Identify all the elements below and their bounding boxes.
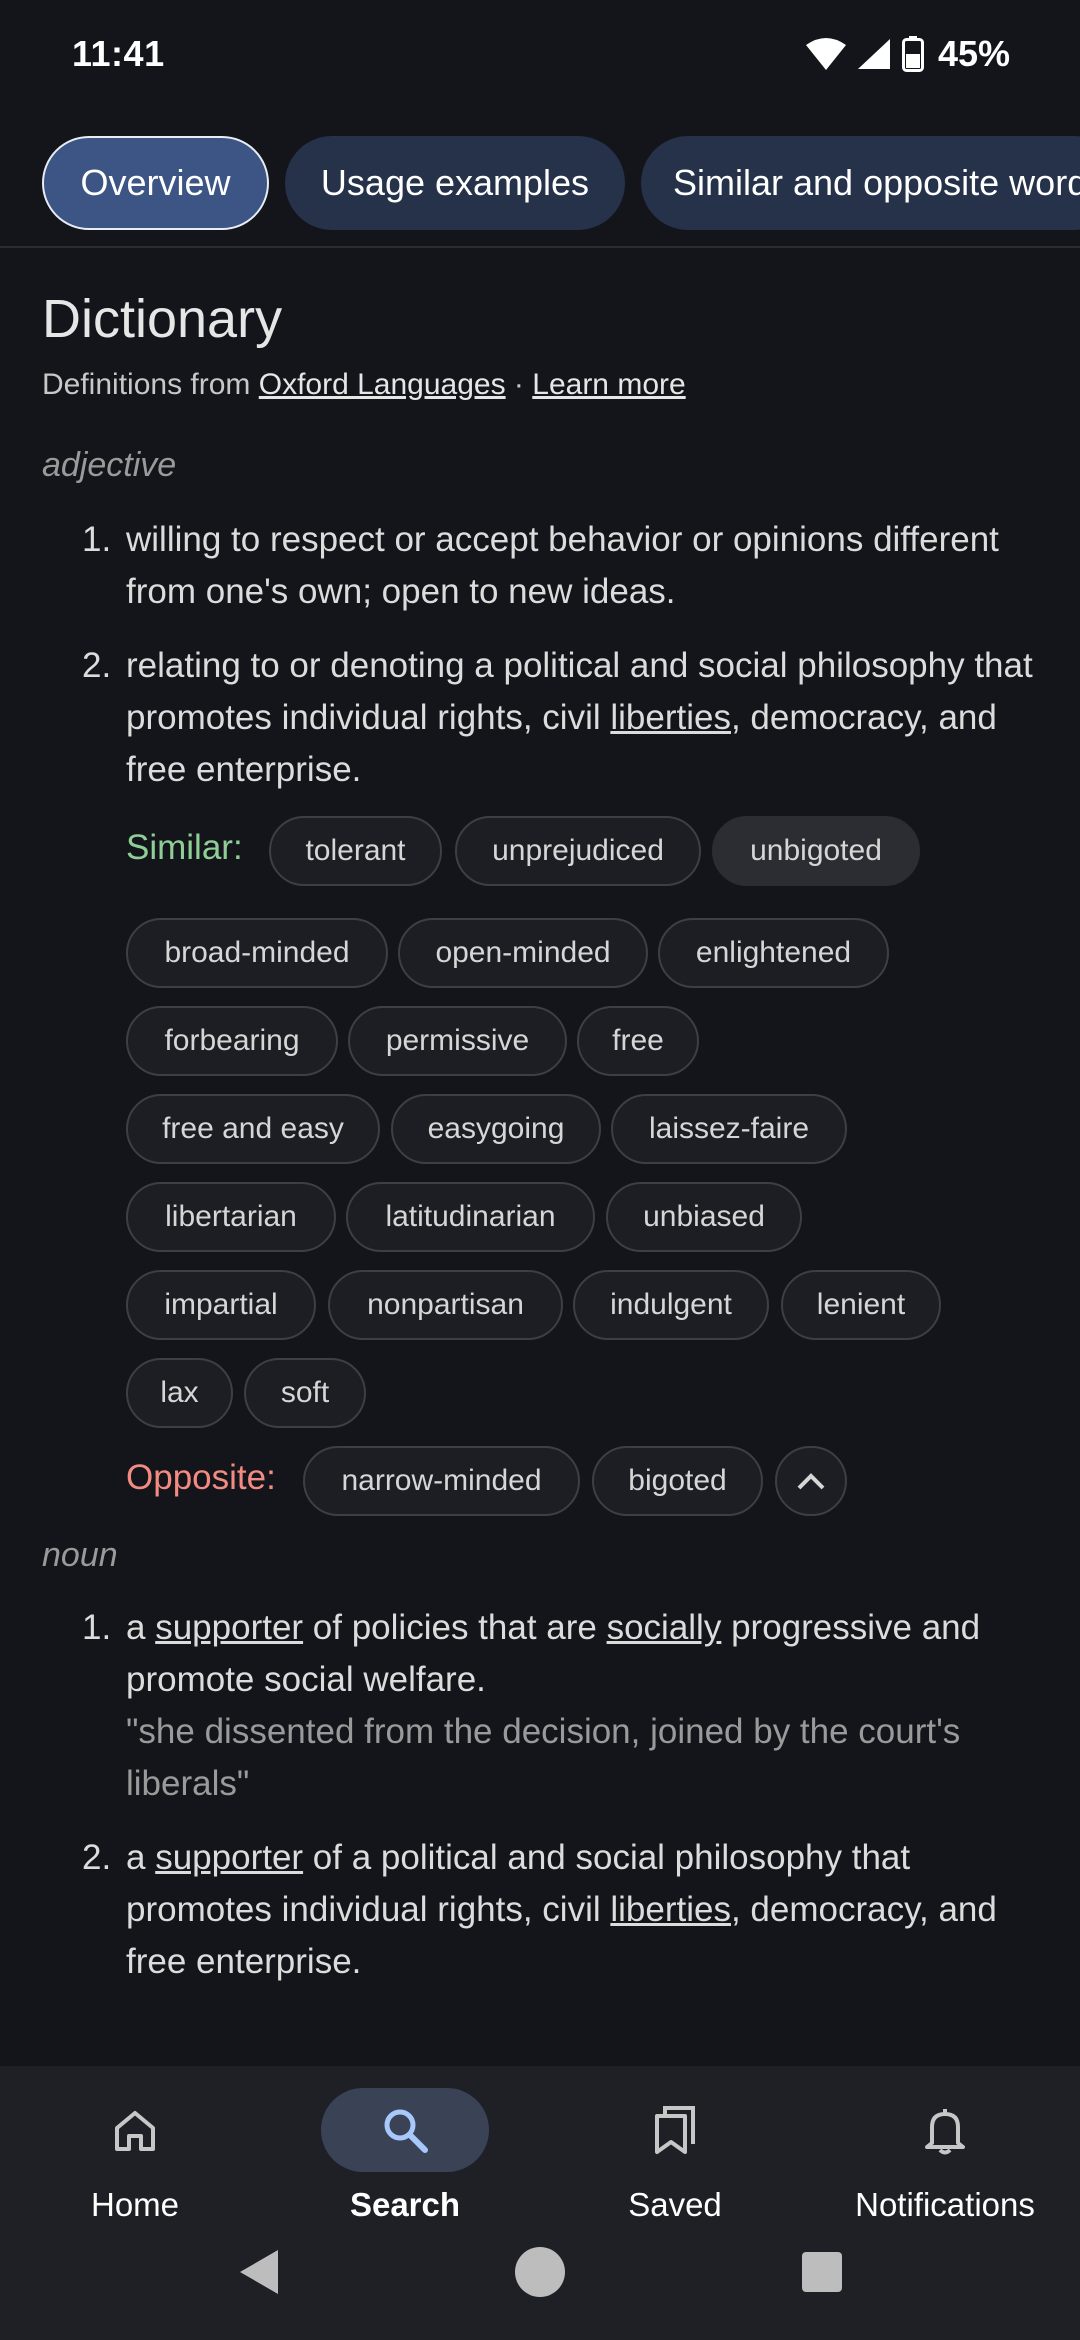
definition-text: a supporter of a political and social ph… xyxy=(126,1832,1042,1988)
definition-number: 1. xyxy=(82,520,112,559)
definition-number: 2. xyxy=(82,646,112,685)
similar-chip[interactable]: latitudinarian xyxy=(346,1182,595,1252)
noun-definition-2: 2. a supporter of a political and social… xyxy=(82,1832,1042,1988)
search-icon xyxy=(384,2109,428,2153)
home-icon xyxy=(115,2111,155,2151)
socially-link[interactable]: socially xyxy=(607,1608,722,1647)
source-line: Definitions from Oxford Languages · Lear… xyxy=(42,368,686,402)
system-navigation xyxy=(0,2220,1080,2340)
definition-text: a supporter of policies that are sociall… xyxy=(126,1602,1042,1706)
status-icons: 45% xyxy=(805,33,1010,75)
similar-chip[interactable]: free xyxy=(577,1006,699,1076)
tab-usage-examples[interactable]: Usage examples xyxy=(285,136,625,230)
similar-chip[interactable]: forbearing xyxy=(126,1006,338,1076)
definition-text: willing to respect or accept behavior or… xyxy=(126,520,999,611)
search-icon-wrap xyxy=(321,2088,489,2172)
similar-chip[interactable]: broad-minded xyxy=(126,918,388,988)
tab-overview[interactable]: Overview xyxy=(42,136,269,230)
collapse-button[interactable] xyxy=(775,1446,847,1516)
battery-percent: 45% xyxy=(937,33,1010,74)
status-bar: 11:41 45% xyxy=(0,0,1080,108)
back-icon[interactable] xyxy=(234,2246,286,2298)
part-of-speech-adjective: adjective xyxy=(42,446,177,484)
definition-number: 1. xyxy=(82,1608,112,1647)
noun-definition-1: 1. a supporter of policies that are soci… xyxy=(82,1602,1042,1810)
similar-chip[interactable]: impartial xyxy=(126,1270,316,1340)
similar-chip[interactable]: tolerant xyxy=(269,816,442,886)
bell-icon-wrap xyxy=(861,2088,1029,2172)
similar-chip[interactable]: permissive xyxy=(348,1006,567,1076)
home-circle-icon[interactable] xyxy=(514,2246,566,2298)
similar-chip[interactable]: nonpartisan xyxy=(328,1270,563,1340)
source-prefix: Definitions from xyxy=(42,368,259,401)
similar-chip[interactable]: soft xyxy=(244,1358,366,1428)
similar-chip[interactable]: laissez-faire xyxy=(611,1094,847,1164)
battery-icon xyxy=(901,36,924,72)
supporter-link[interactable]: supporter xyxy=(155,1838,303,1877)
dictionary-title: Dictionary xyxy=(42,289,283,349)
nav-label: Search xyxy=(349,2186,461,2223)
oxford-languages-link[interactable]: Oxford Languages xyxy=(259,368,506,401)
similar-chip[interactable]: open-minded xyxy=(398,918,648,988)
definition-text-part: of policies that are xyxy=(303,1608,607,1647)
opposite-chip[interactable]: bigoted xyxy=(592,1446,763,1516)
status-time: 11:41 xyxy=(72,33,165,74)
similar-chip[interactable]: libertarian xyxy=(126,1182,336,1252)
tabs-divider xyxy=(0,246,1080,248)
similar-label: Similar: xyxy=(126,828,243,867)
opposite-chip[interactable]: narrow-minded xyxy=(303,1446,580,1516)
adjective-definition-2: 2. relating to or denoting a political a… xyxy=(82,640,1042,796)
similar-chip[interactable]: indulgent xyxy=(573,1270,769,1340)
similar-chip[interactable]: unprejudiced xyxy=(455,816,701,886)
similar-chip[interactable]: lenient xyxy=(781,1270,941,1340)
similar-chip[interactable]: lax xyxy=(126,1358,233,1428)
liberties-link[interactable]: liberties xyxy=(610,1890,731,1929)
part-of-speech-noun: noun xyxy=(42,1536,118,1574)
home-icon-wrap xyxy=(51,2088,219,2172)
nav-label: Notifications xyxy=(855,2186,1035,2223)
similar-chip[interactable]: unbigoted xyxy=(712,816,920,886)
similar-chip[interactable]: unbiased xyxy=(606,1182,802,1252)
bell-icon xyxy=(925,2109,965,2155)
tab-similar-opposite[interactable]: Similar and opposite words xyxy=(641,136,1080,230)
nav-label: Home xyxy=(90,2186,180,2223)
supporter-link[interactable]: supporter xyxy=(155,1608,303,1647)
wifi-icon xyxy=(805,38,846,70)
similar-chip[interactable]: easygoing xyxy=(391,1094,601,1164)
definition-number: 2. xyxy=(82,1838,112,1877)
definition-text-part: a xyxy=(126,1608,156,1647)
adjective-definition-1: 1. willing to respect or accept behavior… xyxy=(82,514,1042,618)
similar-chip[interactable]: free and easy xyxy=(126,1094,380,1164)
source-separator: · xyxy=(505,368,533,401)
recents-icon[interactable] xyxy=(800,2246,844,2298)
opposite-label: Opposite: xyxy=(126,1458,276,1497)
learn-more-link[interactable]: Learn more xyxy=(532,368,685,401)
usage-example: "she dissented from the decision, joined… xyxy=(126,1712,961,1803)
definition-text: relating to or denoting a political and … xyxy=(126,640,1042,796)
nav-label: Saved xyxy=(628,2186,722,2223)
saved-icon xyxy=(655,2106,695,2154)
definition-text-part: a xyxy=(126,1838,156,1877)
signal-icon xyxy=(857,39,890,69)
similar-chip[interactable]: enlightened xyxy=(658,918,889,988)
liberties-link[interactable]: liberties xyxy=(610,698,731,737)
tab-bar: Overview Usage examples Similar and oppo… xyxy=(0,133,1080,233)
saved-icon-wrap xyxy=(591,2088,759,2172)
chevron-up-icon xyxy=(797,1473,825,1490)
